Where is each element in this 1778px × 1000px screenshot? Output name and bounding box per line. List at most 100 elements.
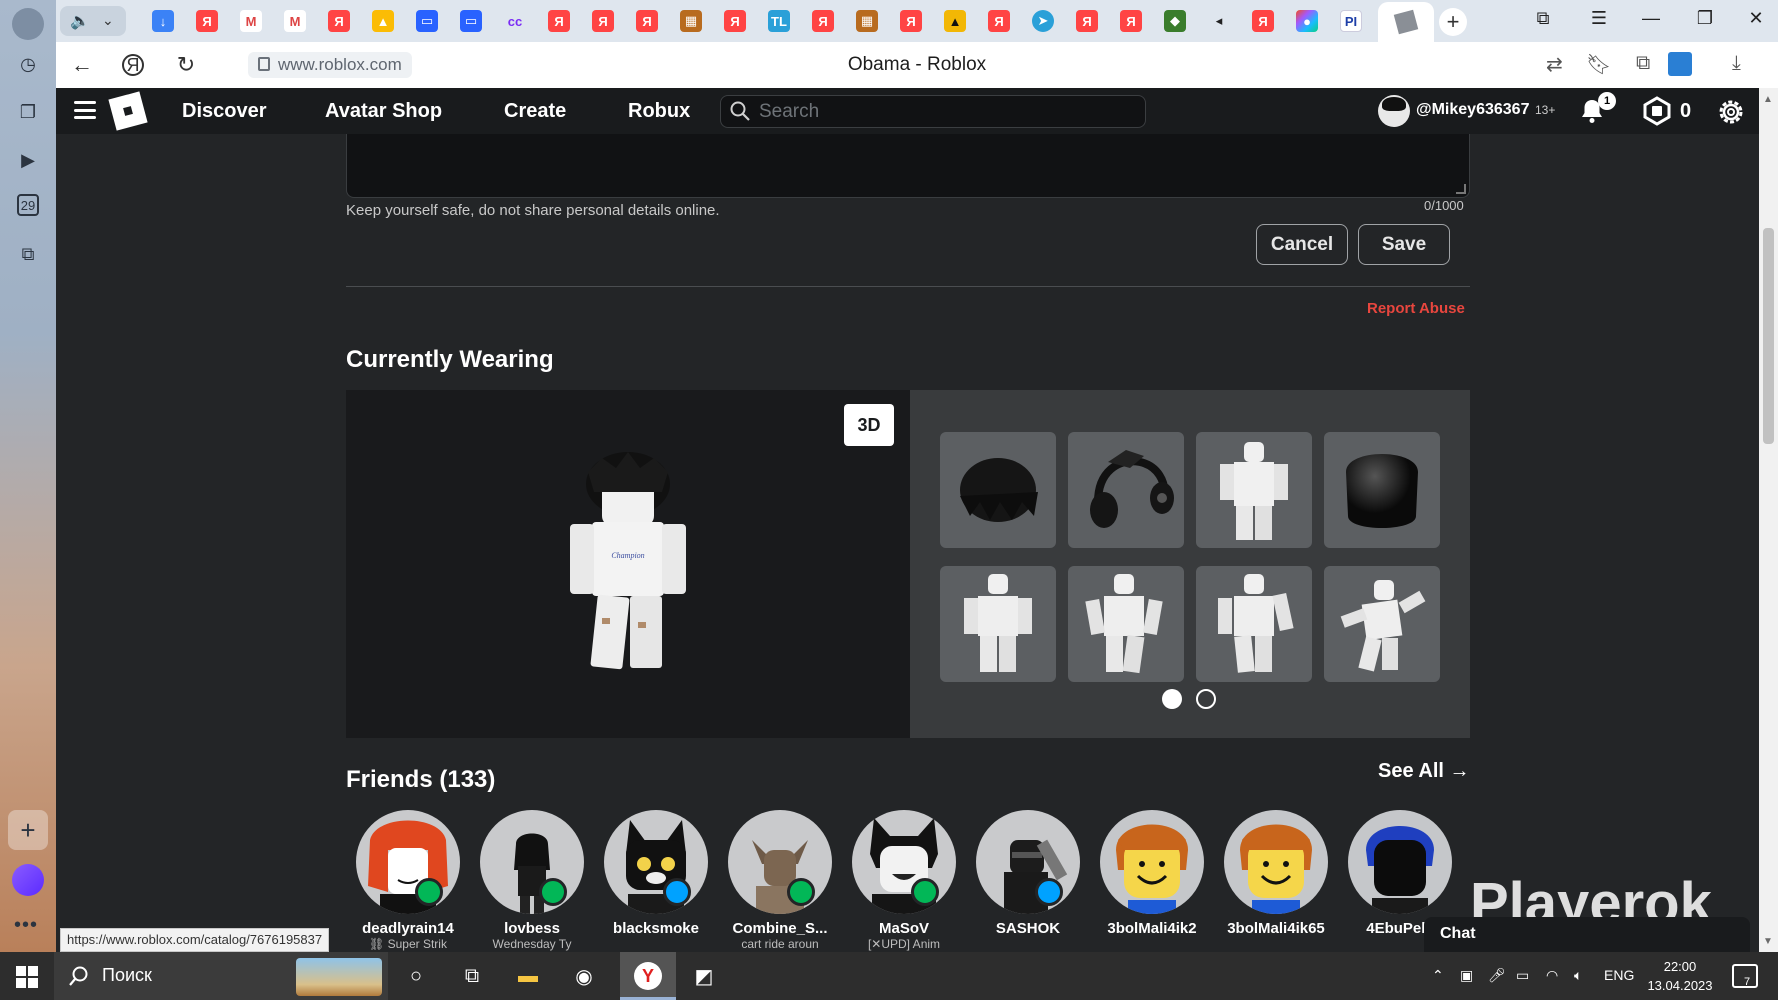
translate-icon[interactable]: ⇄ bbox=[1546, 52, 1563, 77]
scroll-thumb[interactable] bbox=[1763, 228, 1774, 444]
tab-favicon[interactable]: ➤ bbox=[1032, 10, 1054, 32]
avatar[interactable] bbox=[1378, 95, 1410, 127]
tab-favicon[interactable]: ▦ bbox=[680, 10, 702, 32]
tab-favicon[interactable]: ▦ bbox=[856, 10, 878, 32]
history-icon[interactable]: ◷ bbox=[14, 50, 42, 78]
friend-card[interactable]: deadlyrain14 ⛓ Super Strik bbox=[353, 810, 463, 951]
minimize-button[interactable]: — bbox=[1636, 8, 1666, 29]
wifi-icon[interactable]: ◠ bbox=[1546, 967, 1558, 984]
scroll-down-icon[interactable]: ▼ bbox=[1763, 936, 1773, 947]
tab-favicon[interactable]: ◂ bbox=[1208, 10, 1230, 32]
tray-chevron-icon[interactable]: ⌃ bbox=[1432, 967, 1444, 984]
worn-item-pose-1[interactable] bbox=[940, 566, 1056, 682]
tab-favicon[interactable]: Я bbox=[1252, 10, 1274, 32]
friend-card[interactable]: Combine_S... cart ride aroun bbox=[725, 810, 835, 951]
tab-favicon[interactable]: ● bbox=[1296, 10, 1318, 32]
tab-favicon[interactable]: ▭ bbox=[416, 10, 438, 32]
task-view-icon[interactable]: ⧉ bbox=[452, 960, 492, 992]
taskbar-search[interactable]: Поиск bbox=[54, 952, 388, 1000]
collections-icon[interactable]: ❐ bbox=[14, 98, 42, 126]
tab-favicon[interactable]: Я bbox=[812, 10, 834, 32]
close-window-button[interactable]: ✕ bbox=[1741, 8, 1771, 29]
tab-favicon[interactable]: ▲ bbox=[944, 10, 966, 32]
pager-dot-2[interactable] bbox=[1196, 689, 1216, 709]
friend-card[interactable]: lovbess Wednesday Ty bbox=[477, 810, 587, 951]
nav-robux[interactable]: Robux bbox=[628, 100, 690, 123]
nav-create[interactable]: Create bbox=[504, 100, 566, 123]
microphone-icon[interactable]: 🎤︎ bbox=[1488, 967, 1506, 984]
gear-icon[interactable] bbox=[1715, 96, 1747, 128]
tab-favicon[interactable]: Я bbox=[196, 10, 218, 32]
friend-card[interactable]: 3bolMali4ik2 bbox=[1097, 810, 1207, 937]
cortana-icon[interactable]: ○ bbox=[396, 960, 436, 992]
robux-balance[interactable]: 0 bbox=[1680, 100, 1691, 123]
tab-favicon[interactable]: ◆ bbox=[1164, 10, 1186, 32]
friend-card[interactable]: MaSoV [✕UPD] Anim bbox=[849, 810, 959, 951]
worn-item-shirt[interactable] bbox=[1196, 432, 1312, 548]
screenshot-icon[interactable]: ⧉ bbox=[14, 240, 42, 268]
worn-item-headphones[interactable] bbox=[1068, 432, 1184, 548]
friend-card[interactable]: SASHOK bbox=[973, 810, 1083, 937]
avatar-preview[interactable]: Champion 3D bbox=[346, 390, 910, 738]
cancel-button[interactable]: Cancel bbox=[1256, 224, 1348, 265]
tab-favicon[interactable]: ↓ bbox=[152, 10, 174, 32]
search-input[interactable] bbox=[759, 99, 1129, 125]
resize-grip-icon[interactable] bbox=[1456, 184, 1466, 194]
tab-audio-indicator[interactable]: 🔈 ⌄ bbox=[60, 6, 126, 36]
about-textarea[interactable] bbox=[346, 134, 1470, 198]
worn-item-head[interactable] bbox=[1324, 432, 1440, 548]
tab-favicon[interactable]: Я bbox=[636, 10, 658, 32]
robux-icon[interactable] bbox=[1642, 96, 1672, 126]
video-icon[interactable]: ▶ bbox=[14, 146, 42, 174]
obs-icon[interactable]: ◉ bbox=[564, 960, 604, 992]
menu-icon[interactable]: ☰ bbox=[1584, 8, 1614, 29]
worn-item-pose-4[interactable] bbox=[1324, 566, 1440, 682]
roblox-taskbar-icon[interactable]: ◩ bbox=[684, 960, 724, 992]
volume-icon[interactable]: 🔈︎ bbox=[1574, 967, 1582, 984]
tab-favicon[interactable]: Я bbox=[1120, 10, 1142, 32]
tab-favicon[interactable]: ▭ bbox=[460, 10, 482, 32]
yandex-browser-taskbar-item[interactable]: Y bbox=[620, 952, 676, 1000]
username[interactable]: @Mikey636367 bbox=[1416, 101, 1529, 119]
tab-favicon[interactable]: Я bbox=[988, 10, 1010, 32]
nav-avatar-shop[interactable]: Avatar Shop bbox=[325, 100, 442, 123]
start-button[interactable] bbox=[16, 966, 38, 988]
friend-card[interactable]: 3bolMali4ik65 bbox=[1221, 810, 1331, 937]
pager-dot-1[interactable] bbox=[1162, 689, 1182, 709]
tab-favicon[interactable]: ▲ bbox=[372, 10, 394, 32]
profile-icon[interactable] bbox=[12, 8, 44, 40]
language-indicator[interactable]: ENG bbox=[1604, 967, 1634, 983]
worn-item-hair[interactable] bbox=[940, 432, 1056, 548]
tab-favicon[interactable]: cc bbox=[504, 10, 526, 32]
tab-favicon[interactable]: TL bbox=[768, 10, 790, 32]
downloads-icon[interactable]: ⤓ bbox=[1732, 52, 1741, 75]
calendar-icon[interactable]: 29 bbox=[17, 194, 39, 216]
hamburger-menu-icon[interactable] bbox=[74, 101, 96, 119]
tab-favicon[interactable]: Я bbox=[328, 10, 350, 32]
more-icon[interactable]: ••• bbox=[14, 914, 38, 937]
battery-icon[interactable]: ▭ bbox=[1516, 967, 1529, 984]
roblox-logo[interactable] bbox=[108, 91, 148, 131]
see-all-friends-link[interactable]: See All → bbox=[1378, 760, 1470, 783]
tab-manager-icon[interactable]: ⧉ bbox=[1528, 8, 1558, 29]
chat-tab[interactable]: Chat bbox=[1424, 917, 1750, 952]
tab-favicon[interactable]: Я bbox=[724, 10, 746, 32]
tray-device-icon[interactable]: ▣ bbox=[1460, 967, 1473, 984]
image-extension-icon[interactable] bbox=[1668, 52, 1692, 76]
tab-favicon[interactable]: Я bbox=[900, 10, 922, 32]
toggle-3d-button[interactable]: 3D bbox=[844, 404, 894, 446]
add-panel-button[interactable]: + bbox=[8, 810, 48, 850]
tab-favicon[interactable]: Я bbox=[548, 10, 570, 32]
file-explorer-icon[interactable]: ▬ bbox=[508, 960, 548, 992]
save-button[interactable]: Save bbox=[1358, 224, 1450, 265]
tab-favicon[interactable]: Я bbox=[592, 10, 614, 32]
tab-favicon[interactable]: M bbox=[240, 10, 262, 32]
worn-item-pose-3[interactable] bbox=[1196, 566, 1312, 682]
nav-discover[interactable]: Discover bbox=[182, 100, 267, 123]
scroll-up-icon[interactable]: ▲ bbox=[1763, 94, 1773, 105]
restore-button[interactable]: ❐ bbox=[1690, 8, 1720, 29]
page-scrollbar[interactable]: ▲ ▼ bbox=[1759, 88, 1778, 952]
bookmark-icon[interactable]: 🔖︎ bbox=[1586, 52, 1611, 77]
new-tab-button[interactable]: + bbox=[1439, 8, 1467, 36]
assistant-icon[interactable] bbox=[12, 864, 44, 896]
